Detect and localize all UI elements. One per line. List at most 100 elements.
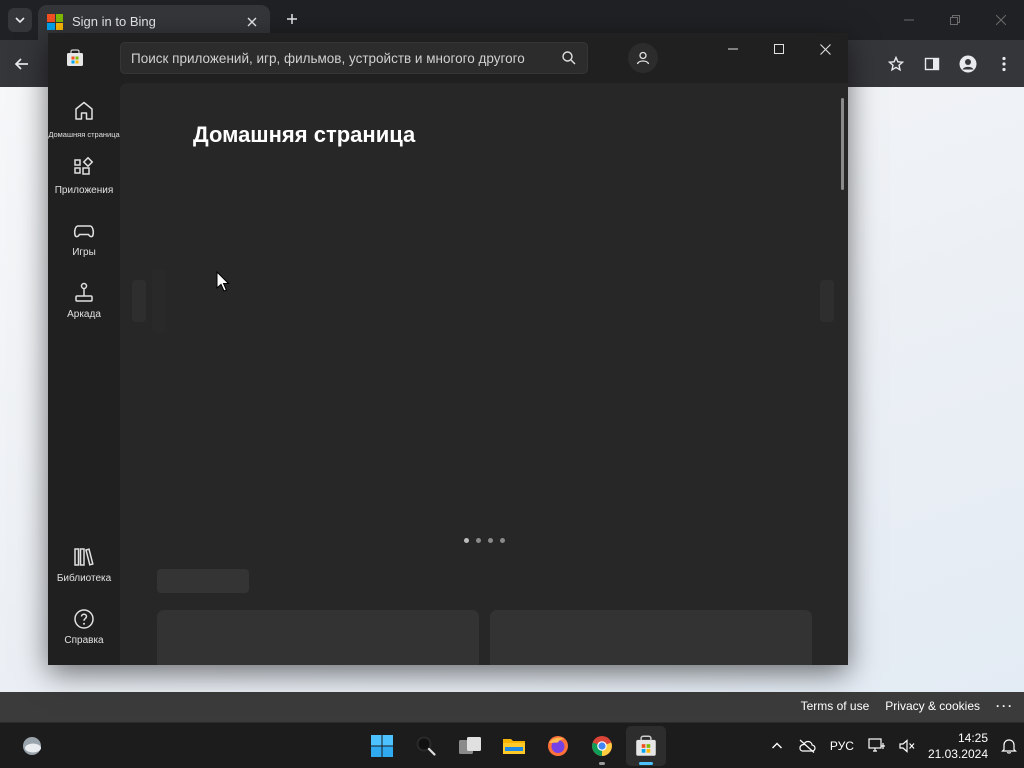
store-scrollbar[interactable] <box>841 98 844 190</box>
browser-close-button[interactable] <box>978 0 1024 40</box>
store-close-button[interactable] <box>802 33 848 65</box>
windows-logo-icon <box>371 735 393 757</box>
footer-more-button[interactable]: ··· <box>996 699 1014 713</box>
tab-search-button[interactable] <box>8 8 32 32</box>
folder-icon <box>503 739 525 754</box>
loading-card-placeholder <box>157 610 479 665</box>
store-maximize-button[interactable] <box>756 33 802 65</box>
clock-date: 21.03.2024 <box>927 747 988 761</box>
volume-muted-icon <box>899 739 915 753</box>
carousel-dot[interactable] <box>464 538 469 543</box>
carousel-prev-edge[interactable] <box>132 280 146 322</box>
carousel-pager <box>464 538 505 543</box>
microsoft-store-button[interactable] <box>626 726 666 766</box>
nav-item-games[interactable]: Игры <box>48 213 120 269</box>
profile-icon <box>959 55 977 73</box>
bell-icon <box>1001 739 1017 754</box>
search-icon[interactable] <box>561 50 577 66</box>
store-minimize-button[interactable] <box>710 33 756 65</box>
new-tab-button[interactable] <box>282 9 302 29</box>
microsoft-store-window: Домашняя страница Приложения Игры Аркада… <box>48 33 848 665</box>
side-panel-button[interactable] <box>918 50 946 78</box>
apps-icon <box>74 157 94 175</box>
weather-widget-icon[interactable] <box>20 734 44 758</box>
tab-title: Sign in to Bing <box>72 14 156 29</box>
chrome-button[interactable] <box>582 726 622 766</box>
close-icon <box>996 15 1006 25</box>
carousel-dot[interactable] <box>476 538 481 543</box>
nav-item-arcade[interactable]: Аркада <box>48 275 120 331</box>
input-language-indicator[interactable]: РУС <box>822 739 862 753</box>
nav-item-home[interactable]: Домашняя страница <box>48 93 120 149</box>
windows-taskbar: РУС 14:25 21.03.2024 <box>0 722 1024 768</box>
nav-label-library: Библиотека <box>56 573 112 584</box>
privacy-cookies-link[interactable]: Privacy & cookies <box>885 699 980 713</box>
carousel-dot[interactable] <box>500 538 505 543</box>
toolbar-actions <box>882 50 1018 78</box>
bing-footer: Terms of use Privacy & cookies ··· <box>0 692 1024 722</box>
browser-restore-button[interactable] <box>932 0 978 40</box>
more-vertical-icon <box>1002 56 1006 72</box>
library-icon <box>74 548 94 566</box>
browser-menu-button[interactable] <box>990 50 1018 78</box>
carousel-placeholder-left <box>152 269 166 333</box>
nav-item-help[interactable]: Справка <box>48 601 120 657</box>
microsoft-store-logo-icon <box>67 49 83 66</box>
nav-label-home: Домашняя страница <box>48 130 120 139</box>
firefox-button[interactable] <box>538 726 578 766</box>
search-icon <box>416 736 436 756</box>
store-main-content: Домашняя страница <box>120 83 848 665</box>
file-explorer-button[interactable] <box>494 726 534 766</box>
carousel-dot[interactable] <box>488 538 493 543</box>
system-tray: РУС 14:25 21.03.2024 <box>762 723 1024 768</box>
nav-label-help: Справка <box>64 635 104 646</box>
browser-minimize-button[interactable] <box>886 0 932 40</box>
joystick-icon <box>75 282 93 302</box>
microsoft-logo-icon <box>47 14 63 30</box>
section-title-placeholder <box>157 569 249 593</box>
terms-of-use-link[interactable]: Terms of use <box>801 699 870 713</box>
page-title: Домашняя страница <box>193 122 416 147</box>
person-icon <box>636 51 650 65</box>
store-search-input[interactable] <box>131 43 551 73</box>
back-button[interactable] <box>10 52 34 76</box>
nav-item-apps[interactable]: Приложения <box>48 151 120 207</box>
nav-item-library[interactable]: Библиотека <box>48 539 120 595</box>
task-view-button[interactable] <box>450 726 490 766</box>
store-navigation: Домашняя страница Приложения Игры Аркада… <box>48 83 120 665</box>
minimize-icon <box>904 19 914 21</box>
chevron-up-icon <box>771 742 782 749</box>
start-button[interactable] <box>362 726 402 766</box>
home-icon <box>75 101 93 120</box>
maximize-icon <box>774 44 784 54</box>
cloud-offline-icon <box>799 739 816 753</box>
store-account-button[interactable] <box>628 43 658 73</box>
show-hidden-icons-button[interactable] <box>762 723 792 768</box>
network-button[interactable] <box>862 723 892 768</box>
loading-card-placeholder <box>490 610 812 665</box>
mouse-cursor-icon <box>216 271 230 292</box>
close-icon <box>819 43 831 55</box>
store-window-controls <box>710 33 848 65</box>
store-search-box <box>120 42 588 74</box>
active-indicator <box>639 762 653 765</box>
bookmark-star-button[interactable] <box>882 50 910 78</box>
browser-window-controls <box>886 0 1024 40</box>
close-icon <box>247 17 257 27</box>
star-icon <box>888 56 904 72</box>
onedrive-button[interactable] <box>792 723 822 768</box>
nav-label-arcade: Аркада <box>67 309 101 320</box>
volume-button[interactable] <box>892 723 922 768</box>
tab-close-button[interactable] <box>242 12 262 32</box>
clock[interactable]: 14:25 21.03.2024 <box>922 730 994 762</box>
chevron-down-icon <box>15 17 25 24</box>
clock-time: 14:25 <box>957 731 988 745</box>
profile-button[interactable] <box>954 50 982 78</box>
plus-icon <box>287 14 297 24</box>
running-indicator <box>599 762 605 765</box>
search-button[interactable] <box>406 726 446 766</box>
carousel-next-edge[interactable] <box>820 280 834 322</box>
network-icon <box>868 738 885 752</box>
notifications-button[interactable] <box>994 723 1024 768</box>
restore-icon <box>950 15 960 25</box>
